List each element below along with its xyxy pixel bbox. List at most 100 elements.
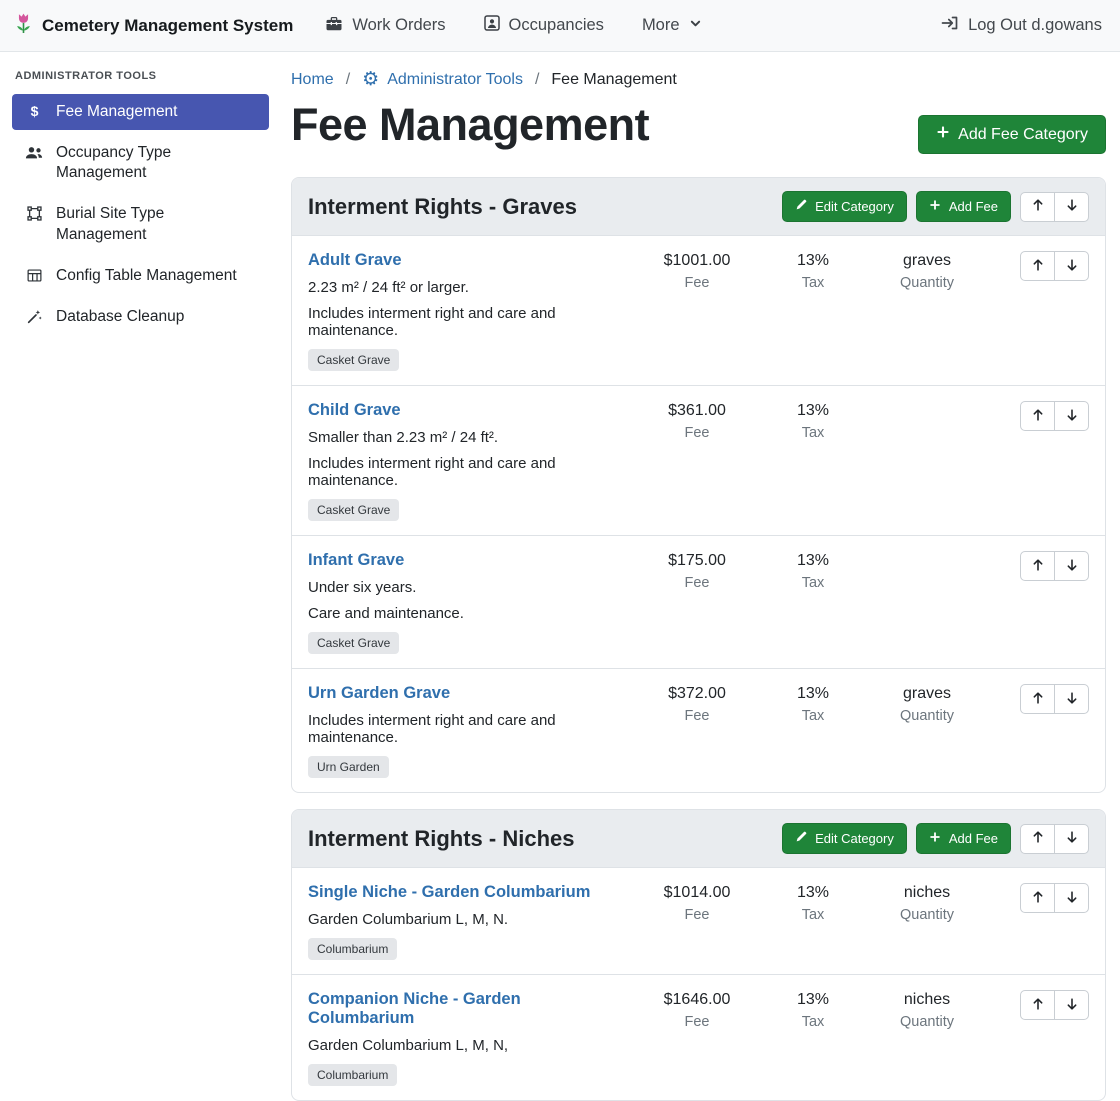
fee-type-badge: Casket Grave	[308, 632, 399, 654]
move-category-up-button[interactable]	[1020, 824, 1055, 854]
quantity-label: Quantity	[869, 1014, 985, 1030]
brand-link[interactable]: Cemetery Management System	[14, 12, 293, 40]
tax-cell: 13% Tax	[765, 990, 861, 1030]
arrow-down-icon	[1065, 890, 1079, 907]
category-reorder-group	[1020, 824, 1089, 854]
move-fee-up-button[interactable]	[1020, 684, 1055, 714]
quantity-cell	[869, 401, 985, 407]
breadcrumb-admin-link[interactable]: ⚙ Administrator Tools	[362, 70, 523, 89]
tax-label: Tax	[765, 708, 861, 724]
move-fee-down-button[interactable]	[1054, 251, 1089, 281]
sidebar-item-database-cleanup[interactable]: Database Cleanup	[12, 299, 269, 335]
fee-name-link[interactable]: Companion Niche - Garden Columbarium	[308, 990, 629, 1028]
arrow-up-icon	[1031, 997, 1045, 1014]
edit-category-button[interactable]: Edit Category	[782, 823, 907, 854]
sidebar-item-label: Config Table Management	[56, 266, 237, 286]
fee-amount-label: Fee	[637, 575, 757, 591]
fee-description: Smaller than 2.23 m² / 24 ft².	[308, 429, 629, 446]
fee-description: Under six years.	[308, 579, 629, 596]
sidebar-item-label: Burial Site Type Management	[56, 204, 257, 244]
fee-description: Garden Columbarium L, M, N,	[308, 1037, 629, 1054]
fee-type-badge: Urn Garden	[308, 756, 389, 778]
arrow-up-icon	[1031, 258, 1045, 275]
fee-amount: $361.00	[637, 402, 757, 420]
nav-item-occupancies[interactable]: Occupancies	[484, 15, 604, 36]
breadcrumb-home-link[interactable]: Home	[291, 71, 334, 89]
edit-category-button[interactable]: Edit Category	[782, 191, 907, 222]
fee-amount-label: Fee	[637, 275, 757, 291]
pencil-icon	[795, 199, 807, 214]
nav-item-work-orders[interactable]: Work Orders	[325, 16, 445, 36]
move-category-up-button[interactable]	[1020, 192, 1055, 222]
fee-amount: $1014.00	[637, 884, 757, 902]
sidebar-item-label: Occupancy Type Management	[56, 143, 257, 183]
fee-amount: $1646.00	[637, 991, 757, 1009]
pencil-icon	[795, 831, 807, 846]
arrow-down-icon	[1065, 258, 1079, 275]
add-fee-category-button[interactable]: Add Fee Category	[918, 115, 1106, 154]
move-fee-down-button[interactable]	[1054, 684, 1089, 714]
add-fee-button[interactable]: Add Fee	[916, 823, 1011, 854]
sidebar-item-occupancy-type-management[interactable]: Occupancy Type Management	[12, 135, 269, 191]
sidebar-item-label: Database Cleanup	[56, 307, 184, 327]
fee-row: Companion Niche - Garden Columbarium Gar…	[292, 974, 1105, 1100]
quantity-cell: graves Quantity	[869, 251, 985, 291]
logout-link[interactable]: Log Out d.gowans	[941, 15, 1102, 36]
move-category-down-button[interactable]	[1054, 192, 1089, 222]
fee-category-card: Interment Rights - Graves Edit Category …	[291, 177, 1106, 793]
arrow-down-icon	[1065, 997, 1079, 1014]
tax-rate: 13%	[765, 552, 861, 570]
move-fee-up-button[interactable]	[1020, 251, 1055, 281]
move-fee-down-button[interactable]	[1054, 990, 1089, 1020]
arrow-down-icon	[1065, 198, 1079, 215]
move-category-down-button[interactable]	[1054, 824, 1089, 854]
fee-amount-label: Fee	[637, 708, 757, 724]
arrow-down-icon	[1065, 691, 1079, 708]
move-fee-down-button[interactable]	[1054, 401, 1089, 431]
fee-name-link[interactable]: Infant Grave	[308, 551, 404, 570]
fee-name-link[interactable]: Single Niche - Garden Columbarium	[308, 883, 590, 902]
breadcrumb: Home / ⚙ Administrator Tools / Fee Manag…	[291, 70, 1106, 89]
add-fee-category-label: Add Fee Category	[958, 126, 1088, 144]
wand-icon	[24, 309, 44, 324]
fee-amount-cell: $1646.00 Fee	[637, 990, 757, 1030]
fee-name-link[interactable]: Adult Grave	[308, 251, 402, 270]
fee-row: Single Niche - Garden Columbarium Garden…	[292, 868, 1105, 974]
move-fee-down-button[interactable]	[1054, 883, 1089, 913]
main-content: Home / ⚙ Administrator Tools / Fee Manag…	[280, 52, 1120, 939]
page-title: Fee Management	[291, 99, 649, 151]
move-fee-down-button[interactable]	[1054, 551, 1089, 581]
fee-name-link[interactable]: Child Grave	[308, 401, 401, 420]
sidebar-nav: $ Fee Management Occupancy Type Manageme…	[12, 94, 269, 335]
add-fee-button[interactable]: Add Fee	[916, 191, 1011, 222]
tax-cell: 13% Tax	[765, 684, 861, 724]
category-reorder-group	[1020, 192, 1089, 222]
admin-sidebar: ADMINISTRATOR TOOLS $ Fee Management Occ…	[0, 52, 280, 939]
logout-label: Log Out d.gowans	[968, 16, 1102, 35]
dollar-icon: $	[24, 104, 44, 119]
sidebar-item-burial-site-type-management[interactable]: Burial Site Type Management	[12, 196, 269, 252]
move-fee-up-button[interactable]	[1020, 990, 1055, 1020]
sidebar-item-config-table-management[interactable]: Config Table Management	[12, 258, 269, 294]
move-fee-up-button[interactable]	[1020, 551, 1055, 581]
plus-icon	[936, 125, 950, 144]
plus-icon	[929, 199, 941, 214]
fee-description: Includes interment right and care and ma…	[308, 305, 629, 339]
tax-label: Tax	[765, 275, 861, 291]
move-fee-up-button[interactable]	[1020, 883, 1055, 913]
nav-item-more[interactable]: More	[642, 16, 702, 35]
fee-reorder-group	[1020, 883, 1089, 913]
arrow-up-icon	[1031, 890, 1045, 907]
tax-cell: 13% Tax	[765, 551, 861, 591]
users-icon	[24, 145, 44, 160]
fee-name-link[interactable]: Urn Garden Grave	[308, 684, 450, 703]
quantity-unit: graves	[869, 252, 985, 270]
category-header: Interment Rights - Niches Edit Category …	[292, 810, 1105, 868]
arrow-up-icon	[1031, 558, 1045, 575]
sidebar-item-fee-management[interactable]: $ Fee Management	[12, 94, 269, 130]
tax-label: Tax	[765, 907, 861, 923]
add-fee-label: Add Fee	[949, 831, 998, 846]
plus-icon	[929, 831, 941, 846]
svg-text:$: $	[30, 104, 38, 119]
move-fee-up-button[interactable]	[1020, 401, 1055, 431]
